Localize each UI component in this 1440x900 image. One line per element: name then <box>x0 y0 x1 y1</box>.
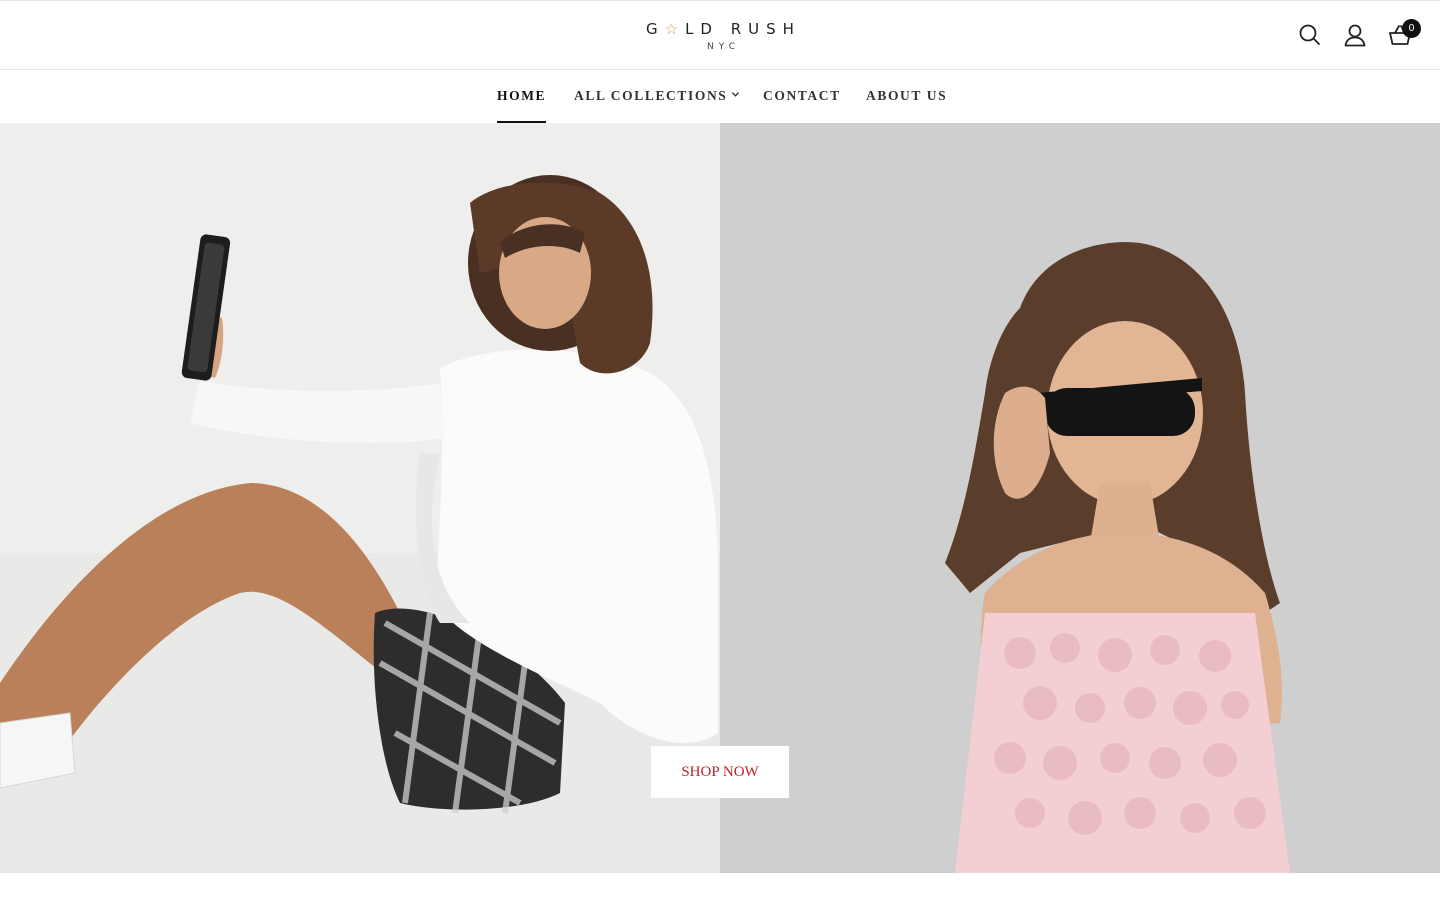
chevron-down-icon <box>732 92 740 98</box>
site-header: G☆LD RUSH NYC 0 <box>0 0 1440 70</box>
search-icon[interactable] <box>1297 22 1323 48</box>
logo-subtitle: NYC <box>706 42 741 52</box>
logo-wordmark: G☆LD RUSH <box>646 20 801 38</box>
nav-item-label: ALL COLLECTIONS <box>574 88 728 103</box>
main-navigation: HOME ALL COLLECTIONS CONTACT ABOUT US <box>0 70 1440 123</box>
shop-now-button[interactable]: SHOP NOW <box>651 746 789 798</box>
nav-item-about-us[interactable]: ABOUT US <box>866 70 947 123</box>
cart-count-badge: 0 <box>1402 19 1421 38</box>
user-icon[interactable] <box>1342 22 1368 48</box>
hero-photo-selfie <box>0 123 720 873</box>
brand-logo[interactable]: G☆LD RUSH NYC <box>646 19 796 59</box>
hero-photo-sunglasses <box>720 123 1440 873</box>
hero-image-left[interactable] <box>0 123 720 873</box>
nav-item-all-collections[interactable]: ALL COLLECTIONS <box>574 70 740 123</box>
hero-image-right[interactable] <box>720 123 1440 873</box>
nav-item-home[interactable]: HOME <box>497 70 547 123</box>
nav-item-contact[interactable]: CONTACT <box>763 70 841 123</box>
logo-star-icon: ☆ <box>664 20 686 38</box>
